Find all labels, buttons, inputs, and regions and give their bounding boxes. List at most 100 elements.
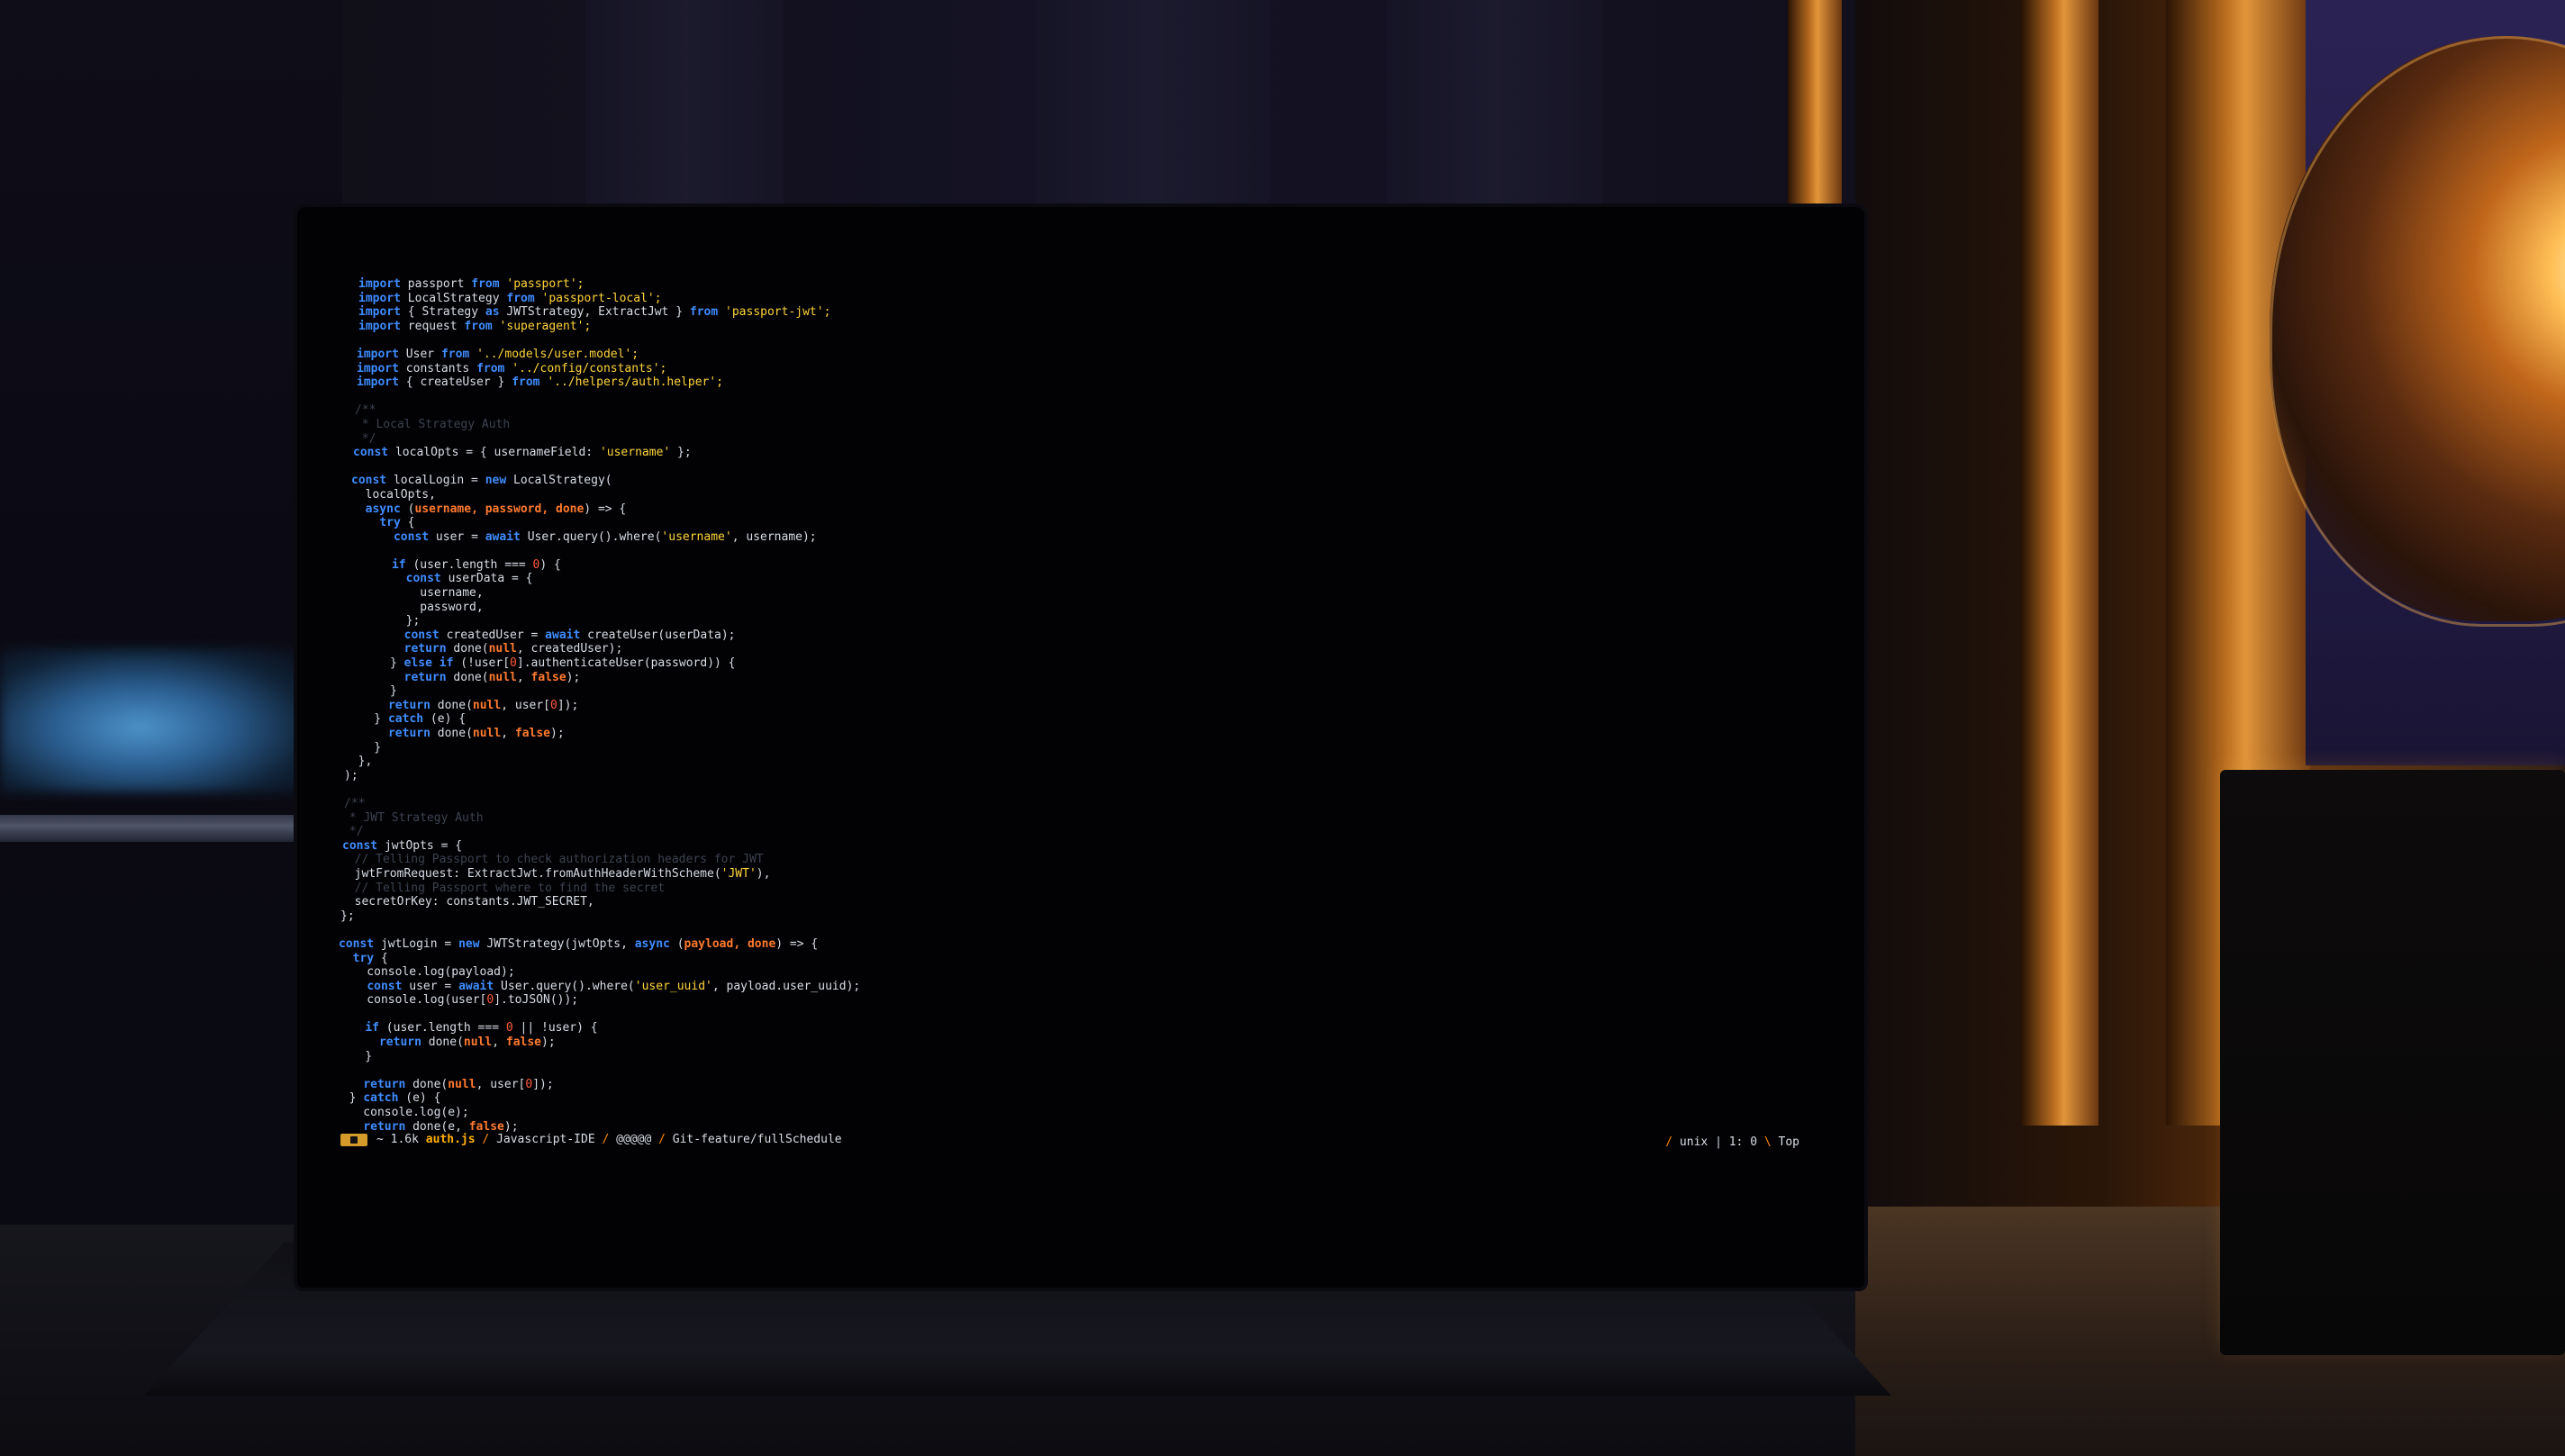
code-line: */ bbox=[342, 825, 1810, 839]
code-token: if bbox=[391, 557, 406, 572]
code-token: user = bbox=[402, 979, 459, 993]
code-token: const bbox=[367, 979, 403, 993]
code-token: request bbox=[400, 319, 465, 333]
code-line: ); bbox=[344, 769, 1810, 783]
code-line: // Telling Passport to check authorizati… bbox=[340, 853, 1810, 867]
code-token: 'passport-jwt'; bbox=[718, 305, 831, 320]
cursor-position: 1: 0 bbox=[1728, 1135, 1758, 1149]
code-token: done( bbox=[421, 1035, 464, 1050]
code-line: console.log(e); bbox=[335, 1106, 1810, 1120]
code-line: const user = await User.query().where('u… bbox=[339, 980, 1810, 994]
code-line: return done(null, user[0]); bbox=[335, 1078, 1810, 1092]
code-token: } bbox=[337, 1049, 373, 1063]
code-token: ].toJSON()); bbox=[494, 993, 579, 1008]
code-line: const userData = { bbox=[349, 572, 1810, 586]
code-line: import request from 'superagent'; bbox=[358, 320, 1810, 334]
code-line: password, bbox=[349, 601, 1810, 615]
code-line: secretOrKey: constants.JWT_SECRET, bbox=[340, 895, 1810, 909]
code-editor[interactable]: import passport from 'passport'; import L… bbox=[339, 277, 1810, 1178]
code-token: (user.length === bbox=[405, 557, 533, 572]
code-line: }; bbox=[340, 909, 1810, 924]
code-line: }; bbox=[349, 614, 1810, 629]
code-token: /** bbox=[355, 403, 376, 418]
code-token: return bbox=[387, 698, 431, 712]
code-token: ( bbox=[669, 936, 684, 951]
code-token: return bbox=[378, 1035, 421, 1050]
code-token: if bbox=[365, 1021, 379, 1035]
code-token: User.query().where( bbox=[520, 529, 662, 544]
code-token: ); bbox=[566, 670, 581, 684]
code-token: 'username' bbox=[599, 446, 671, 460]
code-line: } catch (e) { bbox=[335, 1091, 1810, 1106]
file-name: auth.js bbox=[425, 1133, 476, 1146]
mode-badge bbox=[340, 1134, 367, 1146]
code-token: done( bbox=[405, 1077, 449, 1091]
code-token: 'JWT' bbox=[721, 866, 757, 881]
photo-scene: import passport from 'passport'; import L… bbox=[0, 0, 2565, 1456]
code-token: const bbox=[339, 936, 375, 951]
editor-statusbar: ~ 1.6k auth.js / Javascript-IDE / @@@@@ … bbox=[339, 1132, 1816, 1149]
code-token: 'passport'; bbox=[499, 277, 585, 291]
code-token: 0 bbox=[505, 1021, 513, 1035]
code-token: return bbox=[387, 727, 431, 740]
code-token: await bbox=[458, 979, 494, 993]
code-line: /** bbox=[344, 797, 1810, 811]
curtain-fold bbox=[1387, 0, 1603, 234]
code-line: import passport from 'passport'; bbox=[358, 277, 1810, 292]
code-token: , username); bbox=[731, 529, 817, 544]
code-token: '../config/constants'; bbox=[504, 361, 667, 375]
window-frame-post bbox=[2022, 0, 2098, 1126]
code-token: payload, done bbox=[684, 936, 776, 951]
code-token: (e) { bbox=[423, 712, 467, 727]
code-token: from bbox=[512, 375, 540, 390]
code-token: LocalStrategy( bbox=[506, 474, 612, 488]
code-token: }; bbox=[340, 909, 355, 923]
code-token: username, bbox=[349, 586, 484, 601]
project-name: Javascript-IDE bbox=[496, 1133, 595, 1146]
code-token: done( bbox=[430, 727, 473, 740]
code-token: , createdUser); bbox=[516, 642, 623, 656]
code-token: LocalStrategy bbox=[400, 291, 507, 305]
code-token: import bbox=[357, 361, 399, 375]
code-token: done( bbox=[446, 670, 489, 684]
code-token: console.log(payload); bbox=[339, 965, 515, 980]
code-token: , bbox=[492, 1035, 506, 1050]
code-token: return bbox=[403, 670, 447, 684]
code-line: return done(null, createdUser); bbox=[348, 642, 1810, 656]
code-token: else if bbox=[403, 656, 454, 671]
code-token: done( bbox=[430, 698, 473, 712]
code-token: catch bbox=[387, 712, 424, 727]
code-line: if (user.length === 0 || !user) { bbox=[337, 1021, 1810, 1035]
code-line: * Local Strategy Auth bbox=[355, 418, 1810, 432]
code-token: /** bbox=[344, 796, 366, 810]
code-token: { createUser } bbox=[398, 375, 512, 390]
code-token: (user.length === bbox=[378, 1021, 506, 1035]
code-line: localOpts, bbox=[351, 488, 1810, 502]
code-line: const jwtOpts = { bbox=[342, 839, 1810, 854]
code-token: import bbox=[357, 347, 399, 361]
code-line: return done(null, false); bbox=[337, 1035, 1810, 1050]
code-token: } bbox=[346, 740, 382, 755]
code-token: const bbox=[342, 838, 378, 853]
code-token: console.log(e); bbox=[335, 1106, 469, 1120]
code-token: '../models/user.model'; bbox=[469, 347, 639, 361]
code-token: jwtOpts = { bbox=[377, 838, 463, 853]
code-token: } bbox=[346, 712, 388, 727]
code-token: from bbox=[471, 277, 500, 291]
code-token: return bbox=[363, 1077, 406, 1091]
code-token: || !user) { bbox=[512, 1021, 598, 1035]
code-token: import bbox=[357, 375, 399, 390]
code-line: try { bbox=[339, 952, 1810, 966]
code-token: false bbox=[530, 670, 566, 684]
code-line: }, bbox=[344, 755, 1810, 769]
code-token: false bbox=[505, 1035, 542, 1050]
